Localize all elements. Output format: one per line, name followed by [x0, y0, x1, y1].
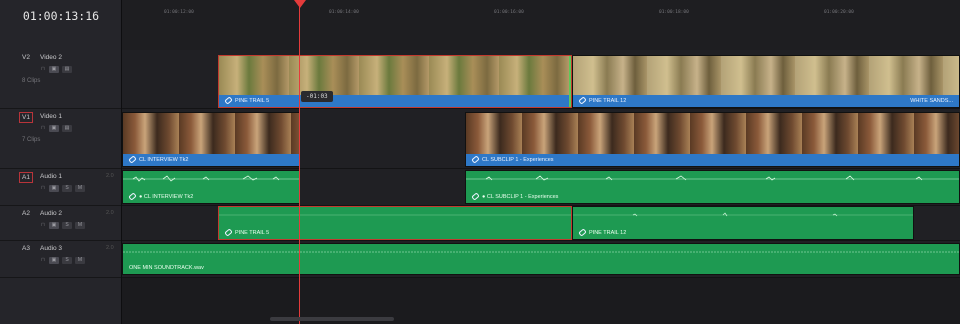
clip-name: CL INTERVIEW Tk2 [139, 157, 189, 163]
lock-icon[interactable]: ⊓ [40, 257, 46, 264]
auto-select-icon[interactable]: ▣ [49, 125, 59, 132]
auto-select-icon[interactable]: ▣ [49, 257, 59, 264]
link-icon [471, 192, 480, 201]
track-header-v2[interactable]: V2 Video 2 ⊓ ▣ ▤ 8 Clips [0, 50, 121, 109]
track-header-a2[interactable]: A2 Audio 2 2.0 ⊓ ▣ S M [0, 206, 121, 241]
track-header-v1[interactable]: V1 Video 1 ⊓ ▣ ▤ 7 Clips [0, 109, 121, 169]
solo-button[interactable]: S [62, 185, 72, 192]
video-clip[interactable]: PINE TRAIL 5 [218, 55, 572, 108]
horizontal-scrollbar[interactable] [270, 317, 394, 321]
waveform [123, 251, 959, 253]
audio-clip[interactable]: ● CL INTERVIEW Tk2 [122, 170, 300, 204]
timecode-ruler[interactable]: 01:00:12:00 01:00:14:00 01:00:16:00 01:0… [122, 0, 960, 51]
clip-thumbnails [573, 56, 959, 95]
clip-name: PINE TRAIL 12 [589, 98, 627, 104]
track-header-a1[interactable]: A1 Audio 1 2.0 ⊓ ▣ S M [0, 169, 121, 206]
clip-name: ● CL SUBCLIP 1 - Experiences [482, 194, 559, 200]
solo-button[interactable]: S [62, 257, 72, 264]
clip-name: PINE TRAIL 5 [235, 98, 270, 104]
clip-name: ONE MIN SOUNDTRACK.wav [129, 265, 204, 271]
audio-clip[interactable]: ● CL SUBCLIP 1 - Experiences [465, 170, 960, 204]
timecode-display: 01:00:13:16 [22, 9, 100, 23]
playhead-line[interactable] [299, 0, 300, 324]
ruler-label: 01:00:18:00 [659, 10, 689, 15]
monitor-icon[interactable]: ▤ [62, 125, 72, 132]
lock-icon[interactable]: ⊓ [40, 66, 46, 73]
link-icon [471, 155, 480, 164]
track-name[interactable]: Audio 1 [40, 173, 62, 180]
link-icon [578, 228, 587, 237]
track-name[interactable]: Video 1 [40, 113, 62, 120]
track-id[interactable]: A2 [22, 210, 30, 217]
video-clip[interactable]: CL INTERVIEW Tk2 [122, 112, 300, 167]
channel-format: 2.0 [106, 173, 114, 179]
waveform [573, 212, 913, 217]
ruler-label: 01:00:16:00 [494, 10, 524, 15]
timeline-area[interactable]: 01:00:12:00 01:00:14:00 01:00:16:00 01:0… [122, 0, 960, 324]
video-clip[interactable]: PINE TRAIL 12 WHITE SANDS... [572, 55, 960, 108]
channel-format: 2.0 [106, 245, 114, 251]
clip-name: PINE TRAIL 5 [235, 230, 270, 236]
link-icon [224, 96, 233, 105]
clip-count: 8 Clips [22, 78, 41, 84]
audio-clip[interactable]: PINE TRAIL 12 [572, 206, 914, 240]
lock-icon[interactable]: ⊓ [40, 185, 46, 192]
ruler-label: 01:00:20:00 [824, 10, 854, 15]
solo-button[interactable]: S [62, 222, 72, 229]
auto-select-icon[interactable]: ▣ [49, 222, 59, 229]
link-icon [578, 96, 587, 105]
clip-name: WHITE SANDS... [910, 98, 953, 104]
waveform [123, 175, 299, 182]
link-icon [128, 155, 137, 164]
track-name[interactable]: Video 2 [40, 54, 62, 61]
waveform [219, 214, 571, 216]
lock-icon[interactable]: ⊓ [40, 222, 46, 229]
track-name[interactable]: Audio 2 [40, 210, 62, 217]
clip-name: CL SUBCLIP 1 - Experiences [482, 157, 554, 163]
track-id[interactable]: A3 [22, 245, 30, 252]
track-id[interactable]: V1 [19, 112, 33, 123]
clip-name: PINE TRAIL 12 [589, 230, 627, 236]
track-id[interactable]: A1 [19, 172, 33, 183]
channel-format: 2.0 [106, 210, 114, 216]
track-id: V2 [22, 54, 30, 61]
mute-button[interactable]: M [75, 257, 85, 264]
clip-count: 7 Clips [22, 137, 41, 143]
mute-button[interactable]: M [75, 222, 85, 229]
track-header-a3[interactable]: A3 Audio 3 2.0 ⊓ ▣ S M [0, 241, 121, 278]
track-name[interactable]: Audio 3 [40, 245, 62, 252]
mute-button[interactable]: M [75, 185, 85, 192]
clip-thumbnails [219, 56, 571, 95]
trim-offset-readout: -01:03 [301, 91, 333, 102]
auto-select-icon[interactable]: ▣ [49, 66, 59, 73]
playhead-handle[interactable] [294, 0, 306, 8]
clip-thumbnails [466, 113, 959, 154]
ruler-label: 01:00:12:00 [164, 10, 194, 15]
video-clip[interactable]: CL SUBCLIP 1 - Experiences [465, 112, 960, 167]
link-icon [224, 228, 233, 237]
clip-name: ● CL INTERVIEW Tk2 [139, 194, 194, 200]
link-icon [128, 192, 137, 201]
audio-clip[interactable]: ONE MIN SOUNDTRACK.wav [122, 243, 960, 275]
lock-icon[interactable]: ⊓ [40, 125, 46, 132]
monitor-icon[interactable]: ▤ [62, 66, 72, 73]
ruler-label: 01:00:14:00 [329, 10, 359, 15]
track-header-panel: 01:00:13:16 V2 Video 2 ⊓ ▣ ▤ 8 Clips V1 … [0, 0, 122, 324]
waveform [466, 175, 959, 181]
auto-select-icon[interactable]: ▣ [49, 185, 59, 192]
clip-thumbnails [123, 113, 299, 154]
audio-clip[interactable]: PINE TRAIL 5 [218, 206, 572, 240]
